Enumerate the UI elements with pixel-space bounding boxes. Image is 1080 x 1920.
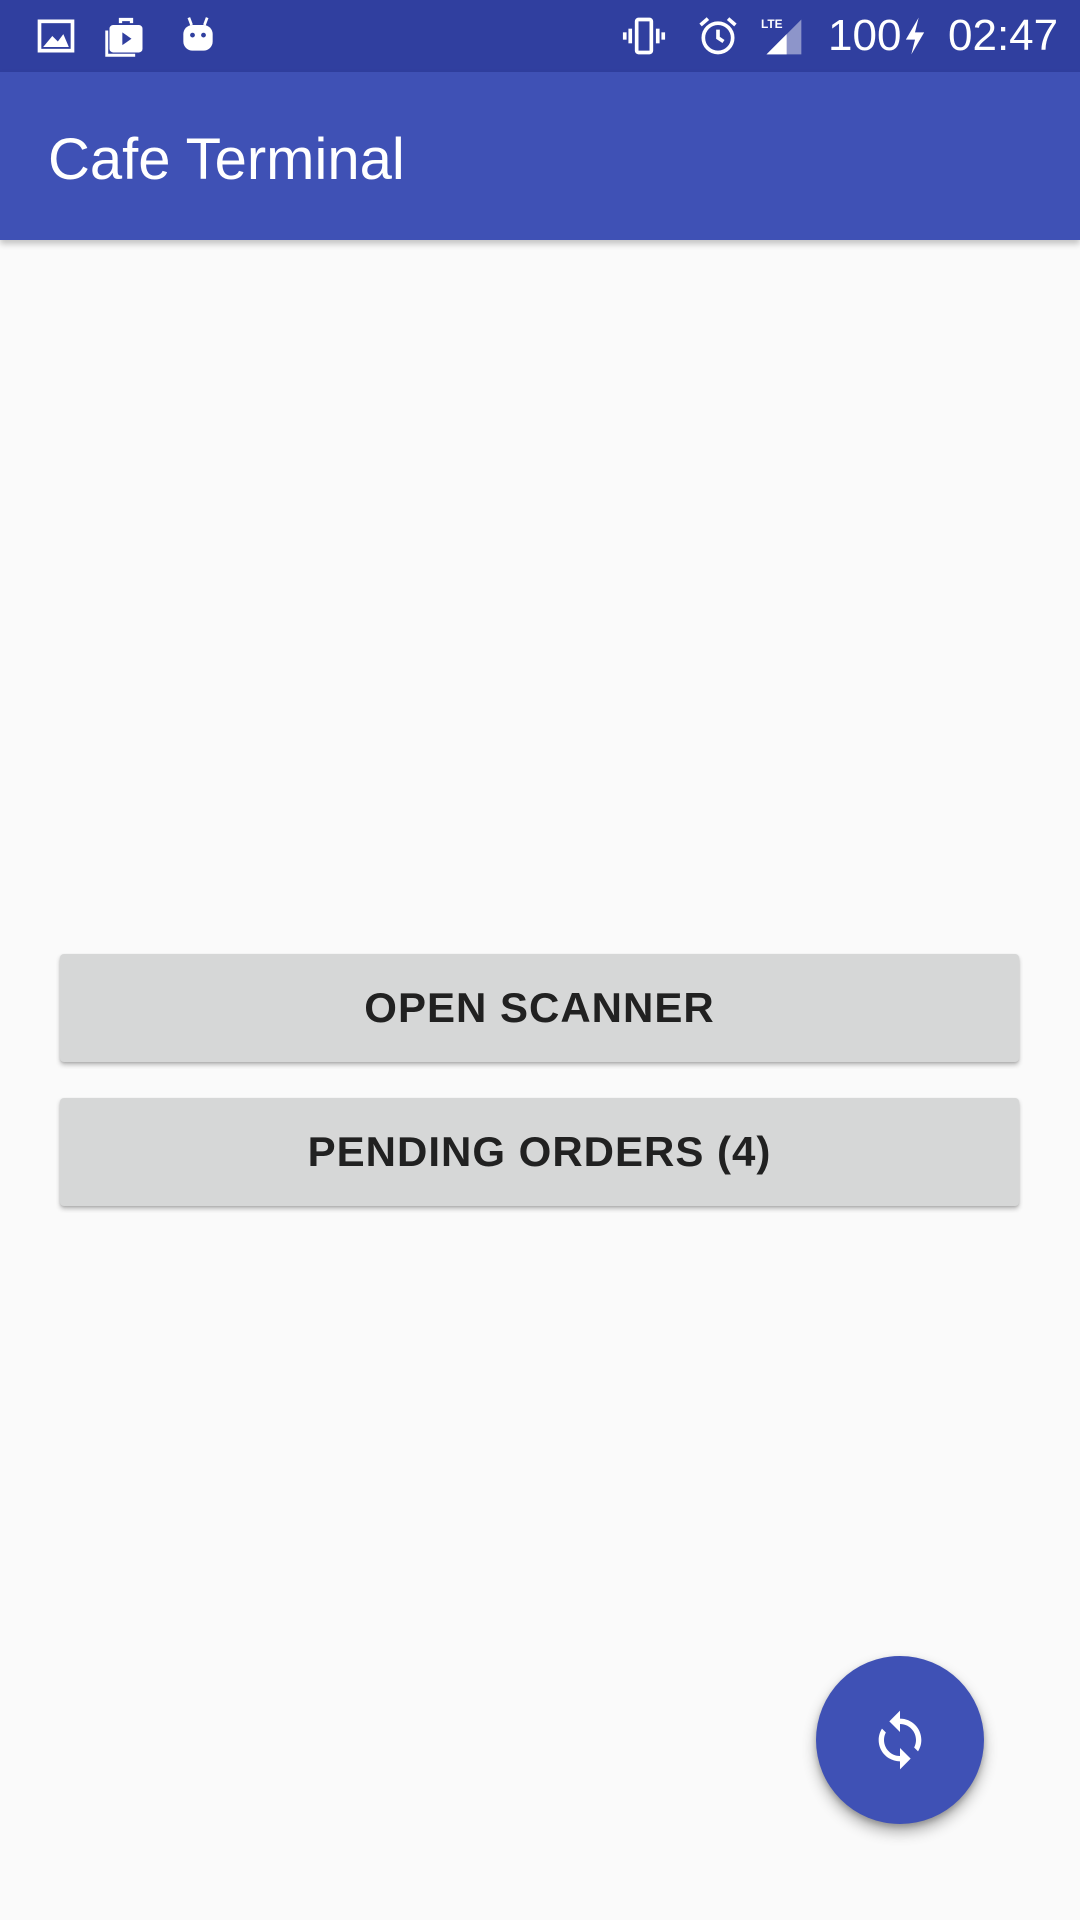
- battery-charging-icon: [900, 14, 930, 58]
- app-bar: Cafe Terminal: [0, 72, 1080, 240]
- battery-level: 100: [828, 11, 902, 60]
- sync-fab-button[interactable]: [816, 1656, 984, 1824]
- clock: 02:47: [948, 11, 1059, 60]
- open-scanner-button[interactable]: OPEN SCANNER: [60, 954, 1019, 1062]
- app-title: Cafe Terminal: [48, 127, 405, 192]
- sync-icon: [868, 1708, 932, 1772]
- lte-signal-icon: LTE: [760, 14, 806, 58]
- image-icon: [34, 14, 78, 58]
- vibrate-icon: [622, 14, 666, 58]
- svg-text:LTE: LTE: [761, 17, 783, 31]
- screen: LTE 100 02:47 Cafe Terminal OPEN SCANNER…: [0, 0, 1080, 1920]
- alarm-icon: [696, 14, 740, 58]
- pending-orders-button[interactable]: PENDING ORDERS (4): [60, 1098, 1019, 1206]
- android-icon: [176, 14, 220, 58]
- status-bar: LTE 100 02:47: [0, 0, 1080, 72]
- play-store-icon: [104, 14, 148, 58]
